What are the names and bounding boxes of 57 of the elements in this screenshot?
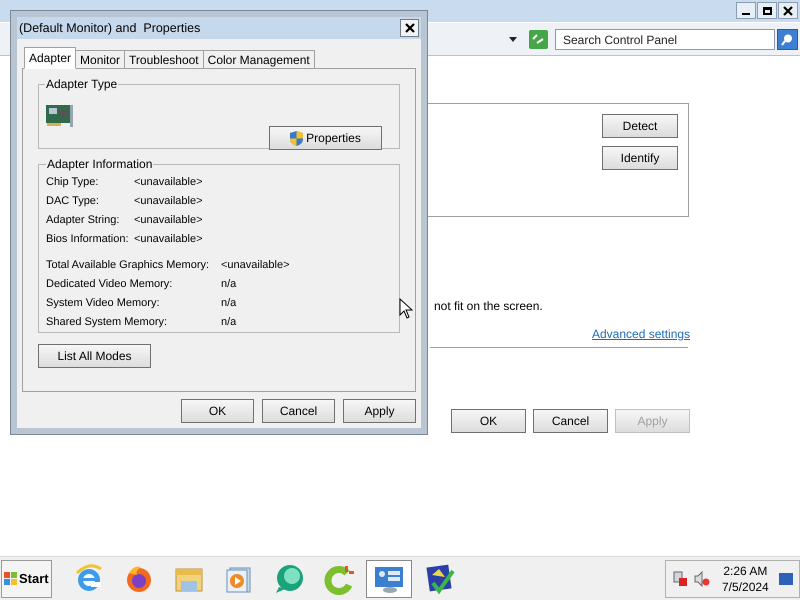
start-button[interactable]: Start — [1, 560, 52, 598]
close-button[interactable] — [400, 19, 419, 37]
group-heading: Adapter Information — [46, 156, 154, 173]
dialog-button[interactable]: Apply — [343, 399, 416, 423]
search-button[interactable] — [777, 29, 798, 50]
field-label: Dedicated Video Memory: — [46, 277, 174, 291]
shield-icon — [290, 130, 304, 146]
list-all-modes-button[interactable]: List All Modes — [38, 344, 151, 368]
field-value: <unavailable> — [134, 232, 204, 246]
dialog-button[interactable]: OK — [451, 409, 526, 433]
tab[interactable]: Monitor — [76, 50, 126, 69]
field-label: Adapter String: — [46, 213, 120, 227]
dialog-button[interactable]: Cancel — [533, 409, 608, 433]
field-label: Bios Information: — [46, 232, 130, 246]
close-button[interactable] — [778, 2, 798, 19]
close-icon — [783, 6, 793, 16]
properties-button[interactable]: Properties — [269, 126, 382, 150]
speaker-muted-icon[interactable] — [694, 570, 710, 586]
advanced-settings-link[interactable]: Advanced settings — [592, 325, 690, 343]
field-value: <unavailable> — [134, 175, 204, 189]
dialog-button[interactable]: Detect — [602, 114, 678, 138]
dialog-button[interactable]: OK — [181, 399, 254, 423]
restore-button[interactable] — [757, 2, 777, 19]
close-icon — [404, 23, 414, 33]
clock-time: 2:26 AM — [723, 562, 768, 578]
group-heading: Adapter Type — [45, 76, 118, 93]
dropdown-arrow-icon[interactable] — [509, 37, 517, 42]
field-label: Total Available Graphics Memory: — [46, 258, 210, 272]
minimize-button[interactable] — [736, 2, 756, 19]
field-value: <unavailable> — [134, 194, 204, 208]
speech-bubble-icon — [273, 562, 305, 594]
field-label: System Video Memory: — [46, 296, 161, 310]
refresh-icon[interactable] — [529, 30, 548, 49]
graphics-card-icon — [45, 103, 75, 129]
field-value: n/a — [221, 296, 238, 310]
field-label: Shared System Memory: — [46, 315, 168, 329]
clock-date: 7/5/2024 — [722, 578, 769, 594]
field-label: Chip Type: — [46, 175, 100, 189]
taskbar-app[interactable] — [366, 560, 412, 598]
cursor-icon — [399, 298, 413, 319]
show-desktop-button[interactable] — [779, 572, 793, 584]
field-value: <unavailable> — [221, 258, 291, 272]
tab[interactable]: Adapter — [24, 47, 76, 69]
field-label: DAC Type: — [46, 194, 100, 208]
dialog-title: (Default Monitor) and Properties — [19, 20, 200, 37]
info-text: not fit on the screen. — [434, 298, 543, 315]
tab[interactable]: Color Management — [204, 50, 315, 69]
search-field[interactable]: Search Control Panel — [555, 29, 775, 50]
field-value: n/a — [221, 277, 238, 291]
windows-logo-icon — [4, 572, 18, 586]
dialog-button[interactable]: Identify — [602, 146, 678, 170]
search-icon — [781, 33, 794, 46]
field-value: <unavailable> — [134, 213, 204, 227]
tab[interactable]: Troubleshoot — [125, 50, 204, 69]
dialog-button[interactable]: Cancel — [262, 399, 335, 423]
field-value: n/a — [221, 315, 238, 329]
network-error-icon[interactable] — [672, 570, 688, 586]
